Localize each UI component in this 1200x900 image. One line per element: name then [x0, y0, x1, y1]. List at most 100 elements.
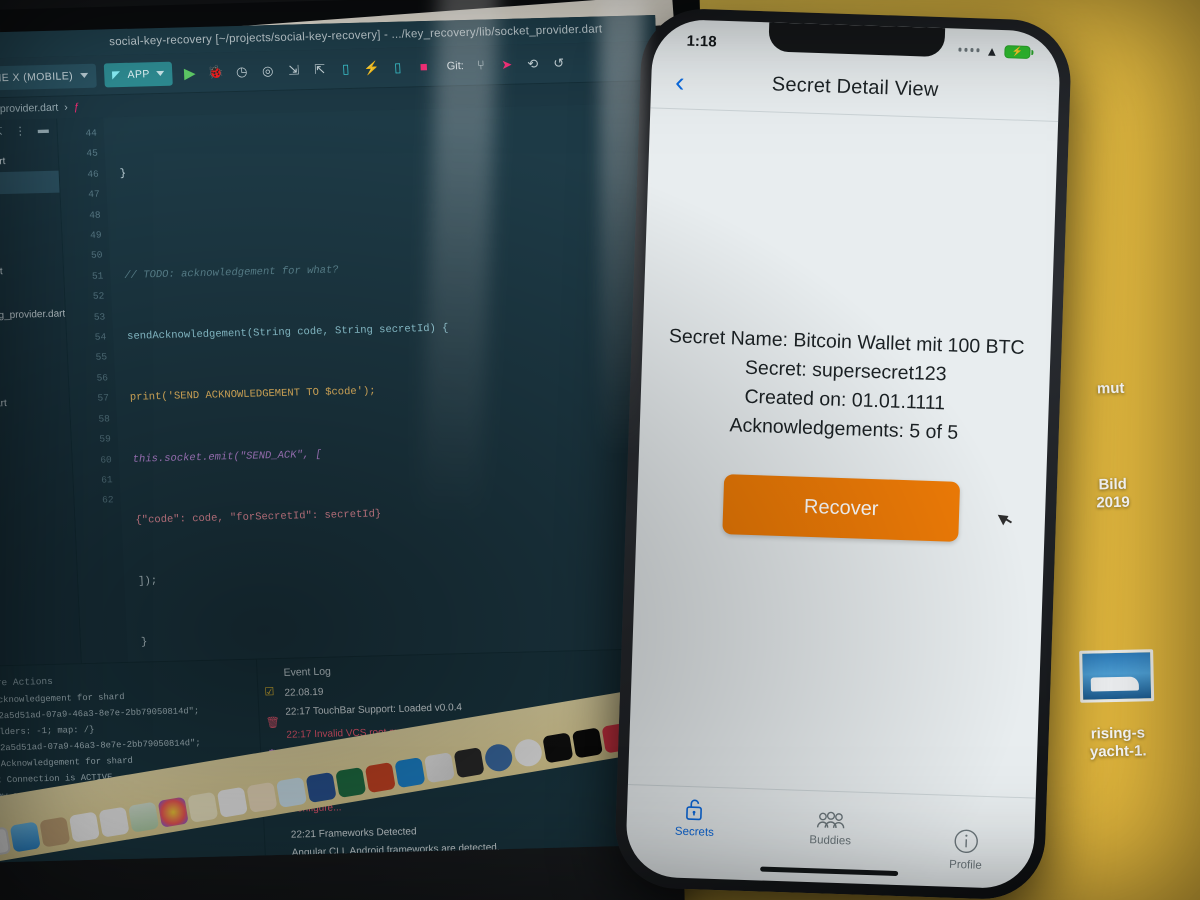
- dock-icon-keynote[interactable]: [276, 776, 308, 808]
- dock-icon-safari[interactable]: [0, 826, 12, 858]
- dock-icon-calendar[interactable]: [68, 811, 100, 843]
- run-button[interactable]: ▶: [180, 63, 199, 82]
- profile-icon[interactable]: ◎: [258, 61, 277, 79]
- run-coverage-icon[interactable]: ◷: [232, 62, 251, 80]
- desktop-icon-yacht[interactable]: rising-s yacht-1.: [1031, 630, 1200, 763]
- collapse-all-icon[interactable]: ⇱: [0, 125, 3, 138]
- project-file[interactable]: el.dart: [0, 324, 67, 349]
- device-selector[interactable]: ▯ IPHONE X (MOBILE): [0, 63, 97, 92]
- project-file[interactable]: ret_sharing_provider.dart: [0, 303, 66, 328]
- dock-icon-powerpoint[interactable]: [364, 762, 396, 794]
- project-file[interactable]: Tab.dart: [0, 170, 60, 196]
- phone-screen[interactable]: 1:18 ▲ ⚡ ‹ Secret Detail View Secret Nam…: [624, 18, 1062, 890]
- device-manager-icon[interactable]: ▯: [336, 59, 355, 77]
- dock-icon-word[interactable]: [305, 771, 337, 804]
- checkbox-icon[interactable]: ☑: [264, 685, 279, 698]
- stop-debugger-icon[interactable]: ⇱: [310, 60, 329, 78]
- code-text[interactable]: } // TODO: acknowledgement for what? sen…: [103, 103, 684, 662]
- panel-options-icon[interactable]: ⋮: [14, 124, 26, 137]
- project-file[interactable]: l.dart: [0, 215, 62, 240]
- push-icon[interactable]: ➤: [497, 55, 516, 73]
- dock-icon-notes-brown[interactable]: [39, 816, 71, 848]
- acknowledgements-line: Acknowledgements: 5 of 5: [729, 414, 959, 444]
- line-number: 55: [95, 351, 108, 364]
- line-number: 61: [100, 474, 113, 486]
- project-file[interactable]: e_view.dart: [0, 259, 64, 284]
- yacht-thumbnail-icon: [1079, 649, 1155, 703]
- tab-profile[interactable]: Profile: [897, 826, 1034, 873]
- code-line: }: [140, 636, 148, 649]
- info-circle-icon: [954, 829, 978, 853]
- dock-icon-maps[interactable]: [128, 801, 160, 833]
- event-time: 22:17: [286, 729, 312, 741]
- more-actions-label[interactable]: More Actions: [0, 674, 53, 692]
- chevron-down-icon: [79, 72, 89, 79]
- hot-reload-icon[interactable]: ⚡: [362, 59, 381, 77]
- tab-buddies[interactable]: Buddies: [762, 808, 899, 849]
- line-number: 53: [93, 311, 106, 323]
- code-line: sendAcknowledgement(String code, String …: [126, 322, 449, 343]
- line-number: 47: [88, 188, 100, 201]
- trash-icon[interactable]: 🗑: [266, 716, 281, 729]
- people-icon: [816, 811, 845, 829]
- breadcrumb-file[interactable]: socket_provider.dart: [0, 102, 59, 116]
- code-line: {"code": code, "forSecretId": secretId}: [135, 507, 382, 527]
- structure-icon[interactable]: ƒ: [73, 101, 79, 113]
- flutter-icon: ◤: [111, 68, 121, 81]
- dock-icon-ethereum[interactable]: [483, 742, 515, 774]
- debug-icon[interactable]: 🐞: [206, 63, 225, 81]
- project-file[interactable]: der.dart: [0, 237, 63, 262]
- dock-icon-pages[interactable]: [246, 781, 278, 813]
- wifi-icon: ▲: [985, 43, 999, 59]
- iphone-device: 1:18 ▲ ⚡ ‹ Secret Detail View Secret Nam…: [613, 7, 1073, 900]
- branch-icon[interactable]: ⑂: [471, 56, 490, 74]
- line-number: 59: [99, 433, 112, 445]
- run-config-label: APP: [127, 67, 151, 81]
- dock-icon-vscode[interactable]: [394, 757, 426, 789]
- history-icon[interactable]: ⟲: [523, 54, 542, 72]
- line-number: 46: [87, 168, 100, 180]
- recover-button[interactable]: Recover: [722, 474, 961, 542]
- status-time: 1:18: [686, 32, 717, 51]
- dock-icon-notes[interactable]: [187, 791, 219, 823]
- dock-icon-excel[interactable]: [335, 766, 367, 799]
- code-line: print('SEND ACKNOWLEDGEMENT TO $code');: [129, 385, 376, 405]
- run-configuration-selector[interactable]: ◤ APP: [103, 61, 174, 87]
- dock-icon-sublime[interactable]: [453, 747, 485, 779]
- desktop-icon-label: mut: [1096, 379, 1125, 398]
- dock-icon-slack[interactable]: [512, 737, 544, 769]
- dock-icon-numbers[interactable]: [216, 786, 248, 818]
- battery-charging-icon: ⚡: [1004, 44, 1031, 59]
- project-file[interactable]: art: [0, 368, 69, 393]
- dock-icon-terminal[interactable]: [571, 727, 603, 759]
- event-text: Frameworks Detected: [318, 825, 417, 840]
- dock-icon-photos[interactable]: [157, 796, 189, 828]
- event-time: 22:21: [290, 828, 317, 841]
- event-text: TouchBar Support: Loaded v0.0.4: [312, 701, 463, 717]
- tab-secrets[interactable]: Secrets: [626, 795, 763, 840]
- stop-button[interactable]: ■: [414, 57, 433, 75]
- line-number: 45: [86, 148, 99, 160]
- project-file[interactable]: covery.dart: [0, 390, 70, 415]
- project-file[interactable]: .dart: [0, 281, 65, 306]
- dock-icon-mail[interactable]: [9, 821, 41, 853]
- dock-icon-reminders[interactable]: [98, 806, 130, 838]
- code-line: this.socket.emit("SEND_ACK", [: [132, 448, 323, 466]
- hot-restart-icon[interactable]: ▯: [388, 58, 407, 76]
- chevron-down-icon: [156, 70, 165, 77]
- page-title: Secret Detail View: [771, 73, 939, 101]
- code-editor[interactable]: 44 45 46 47 48 49 50 51 52 53 54 55 56 5…: [57, 102, 684, 664]
- line-number: 62: [101, 494, 114, 506]
- line-number: 49: [89, 229, 102, 241]
- attach-debugger-icon[interactable]: ⇲: [284, 61, 303, 79]
- breadcrumb-separator-icon: ›: [63, 101, 69, 114]
- back-chevron-icon[interactable]: ‹: [675, 66, 685, 97]
- event-time: 22:17: [285, 705, 311, 718]
- revert-icon[interactable]: ↺: [549, 54, 568, 72]
- dock-icon-activity-monitor[interactable]: [542, 732, 574, 764]
- device-selector-label: IPHONE X (MOBILE): [0, 69, 74, 85]
- dock-icon-intellij[interactable]: [423, 752, 456, 784]
- hide-panel-icon[interactable]: ▬: [37, 124, 49, 136]
- git-toolbar-label: Git:: [446, 59, 465, 72]
